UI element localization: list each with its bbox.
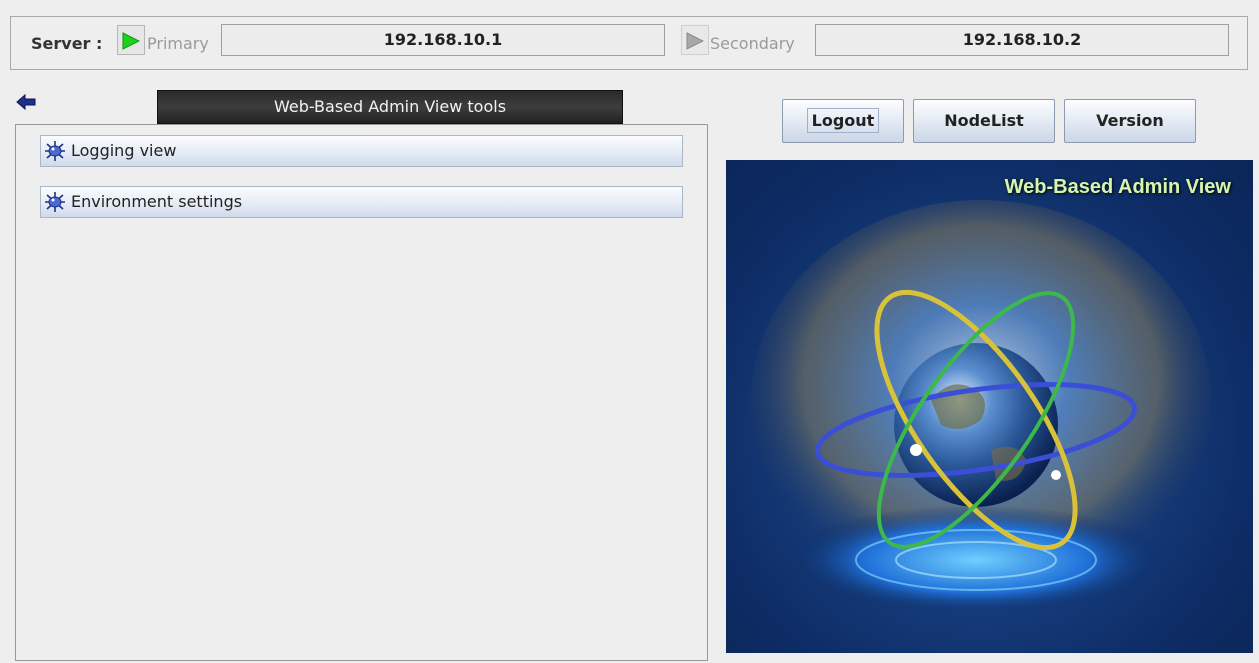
server-label: Server :	[31, 34, 103, 53]
play-inactive-icon	[686, 32, 704, 50]
environment-settings-label: Environment settings	[71, 192, 243, 211]
version-label: Version	[1096, 111, 1164, 130]
globe-orbit-illustration	[751, 200, 1211, 615]
bug-icon	[45, 141, 65, 161]
logging-view-label: Logging view	[71, 141, 177, 160]
nodelist-label: NodeList	[944, 111, 1024, 130]
version-button[interactable]: Version	[1064, 99, 1196, 143]
bug-icon	[45, 192, 65, 212]
server-bar: Server : Primary 192.168.10.1 Secondary …	[10, 16, 1248, 70]
logout-label: Logout	[806, 108, 880, 133]
secondary-ip-field[interactable]: 192.168.10.2	[815, 24, 1229, 56]
environment-settings-item[interactable]: Environment settings	[40, 186, 683, 218]
logout-button[interactable]: Logout	[782, 99, 904, 143]
primary-server-name: Primary	[147, 34, 209, 53]
play-active-icon	[122, 32, 140, 50]
primary-ip-field[interactable]: 192.168.10.1	[221, 24, 665, 56]
secondary-server-name: Secondary	[710, 34, 795, 53]
secondary-server-button[interactable]	[681, 25, 709, 55]
splash-image: Web-Based Admin View	[726, 160, 1253, 653]
nodelist-button[interactable]: NodeList	[913, 99, 1055, 143]
back-arrow-icon[interactable]	[15, 92, 37, 112]
primary-server-button[interactable]	[117, 25, 145, 55]
logging-view-item[interactable]: Logging view	[40, 135, 683, 167]
tools-title-bar: Web-Based Admin View tools	[157, 90, 623, 124]
splash-title: Web-Based Admin View	[1004, 176, 1231, 198]
